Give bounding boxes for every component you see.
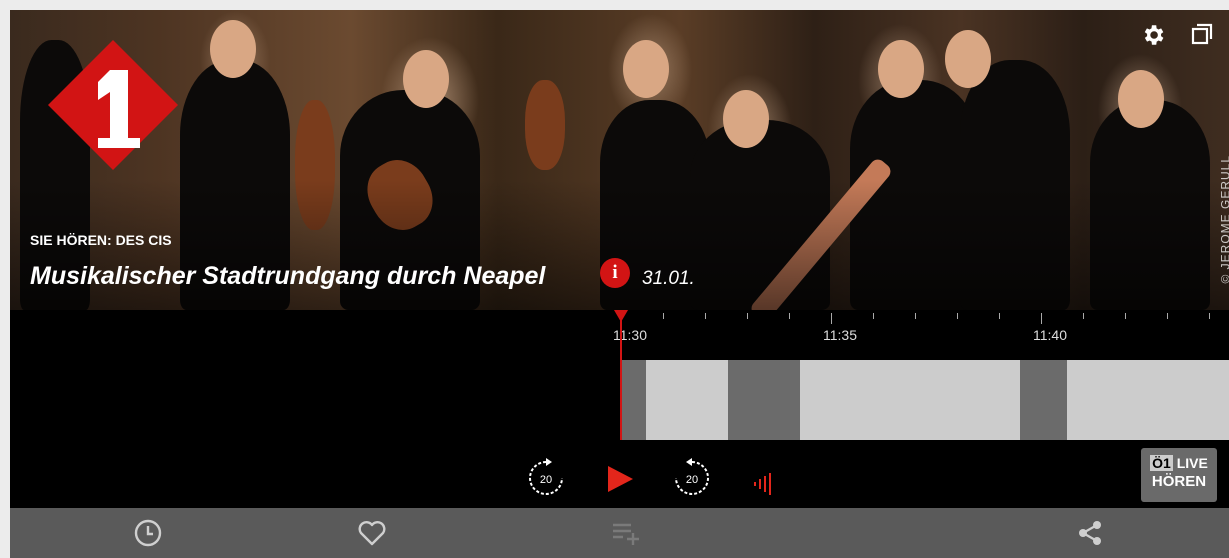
timeline-tick [999,313,1000,319]
hero-image: © JEROME GERULL SIE HÖREN: DES CIS Musik… [10,10,1229,310]
timeline-tick [831,313,832,324]
program-segment[interactable] [1020,360,1067,440]
playlist-add-icon[interactable] [610,517,642,549]
musician-silhouette [960,60,1070,310]
program-segment[interactable] [646,360,728,440]
timeline-tick [1209,313,1210,319]
timeline-tick [873,313,874,319]
face [878,40,924,98]
program-segment[interactable] [1067,360,1229,440]
playhead-line[interactable] [620,320,622,440]
timeline[interactable]: 11:30 11:35 11:40 [10,310,1229,448]
musician-silhouette [690,120,830,310]
face [403,50,449,108]
radio-player: © JEROME GERULL SIE HÖREN: DES CIS Musik… [10,10,1229,558]
face [1118,70,1164,128]
live-label: LIVE [1176,455,1208,471]
time-label: 11:35 [823,327,857,343]
timeline-tick [747,313,748,319]
program-segment[interactable] [622,360,646,440]
rewind-label: 20 [540,474,552,486]
bottom-toolbar [10,508,1229,558]
face [723,90,769,148]
program-segments[interactable] [622,360,1229,440]
program-segment[interactable] [800,360,1020,440]
oe1-badge: Ö1 [1150,455,1173,471]
playback-controls: 20 20 Ö1 LIVE HÖREN [10,448,1229,508]
musician-silhouette [850,80,980,310]
cello [295,100,335,230]
show-title[interactable]: Musikalischer Stadtrundgang durch Neapel [30,262,545,291]
timeline-tick [957,313,958,319]
timeline-tick [915,313,916,319]
live-button[interactable]: Ö1 LIVE HÖREN [1141,448,1217,502]
timeline-tick [1167,313,1168,319]
timeline-tick [1041,313,1042,324]
show-date: 31.01. [642,268,695,289]
timeline-tick [789,313,790,319]
timeline-tick [1125,313,1126,319]
play-icon[interactable] [605,464,635,494]
timeline-tick [663,313,664,319]
volume-bars-icon[interactable] [752,472,776,496]
recorder [748,156,894,310]
clock-icon[interactable] [132,517,164,549]
forward-20-icon[interactable]: 20 [672,458,712,498]
info-icon[interactable]: i [600,258,630,288]
viola [525,80,565,170]
face [945,30,991,88]
timeline-tick [705,313,706,319]
gear-icon[interactable] [1140,22,1166,48]
photo-credit: © JEROME GERULL [1219,155,1229,284]
time-label: 11:30 [613,327,647,343]
musician-silhouette [1090,100,1210,310]
face [623,40,669,98]
time-label: 11:40 [1033,327,1067,343]
forward-label: 20 [686,474,698,486]
show-kicker: SIE HÖREN: DES CIS [30,232,172,248]
rewind-20-icon[interactable]: 20 [526,458,566,498]
listen-label: HÖREN [1151,473,1207,490]
share-icon[interactable] [1074,517,1106,549]
heart-icon[interactable] [356,517,388,549]
program-segment[interactable] [728,360,800,440]
timeline-tick [1083,313,1084,319]
popout-window-icon[interactable] [1190,22,1214,46]
face [210,20,256,78]
playhead-marker[interactable] [614,310,628,322]
oe1-logo [48,40,178,170]
